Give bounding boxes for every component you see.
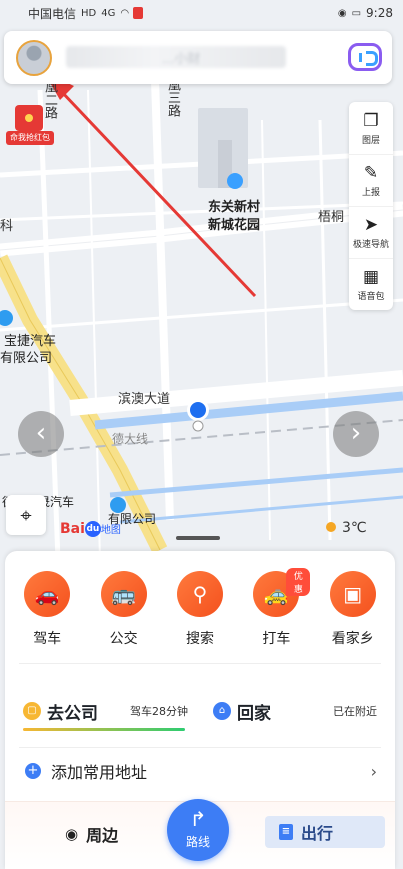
avatar[interactable]: [16, 40, 52, 76]
shortcut-row: ▢ 去公司 驾车28分钟 ⌂ 回家 已在附近: [19, 695, 381, 745]
nearby-tab[interactable]: ◉ 周边: [65, 822, 118, 846]
map-label-main-road: 滨澳大道: [118, 392, 171, 407]
fast-nav-icon: ➤: [363, 215, 379, 235]
search-input[interactable]: ...小财: [66, 46, 286, 68]
quick-action-hometown[interactable]: ▣ 看家乡: [319, 571, 387, 648]
voice-pack-button[interactable]: ▦ 语音包: [349, 258, 393, 310]
wifi-icon: ◠: [120, 7, 130, 19]
quick-actions-row: 🚗 驾车 🚌 公交 ⚲ 搜索 🚕 优惠 打车 ▣ 看家乡: [5, 568, 395, 648]
travel-tab[interactable]: ≡ 出行: [265, 816, 385, 848]
clock-label: 9:28: [366, 6, 393, 20]
next-arrow-button[interactable]: ›: [333, 411, 379, 457]
map-label-rail: 德大线: [112, 432, 149, 446]
route-button[interactable]: ↱ 路线: [167, 799, 229, 861]
divider: [19, 747, 381, 748]
quick-action-taxi[interactable]: 🚕 优惠 打车: [242, 568, 311, 648]
travel-icon: ≡: [279, 824, 293, 840]
poi-label-name-2: 新城花园: [208, 218, 261, 233]
layers-icon: ❐: [363, 110, 379, 131]
sun-icon: [326, 522, 336, 532]
map-tools-panel: ❐ 图层 ✎ 上报 ➤ 极速导航 ▦ 语音包: [349, 102, 393, 310]
sheet-drag-handle[interactable]: [176, 536, 220, 540]
voice-assistant-icon[interactable]: [348, 43, 382, 71]
quick-action-search[interactable]: ⚲ 搜索: [166, 571, 234, 648]
hd-indicator: HD: [81, 7, 97, 19]
home-status: 已在附近: [333, 705, 377, 718]
quick-action-drive[interactable]: 🚗 驾车: [13, 571, 81, 648]
poi-label-name-1: 东关新村: [208, 200, 261, 215]
weather-widget[interactable]: 3℃: [326, 520, 367, 536]
divider: [19, 663, 381, 664]
plus-icon: +: [25, 763, 41, 779]
carrier-label: 中国电信: [28, 6, 77, 21]
car-icon: 🚗: [24, 571, 71, 617]
discount-badge: 优惠: [286, 568, 311, 596]
location-status-icon: ◉: [337, 7, 347, 19]
home-icon: ⌂: [213, 702, 231, 720]
search-icon: ⚲: [176, 571, 223, 617]
status-bar: 中国电信 HD 4G ◠ ◉ ▭ 9:28: [0, 0, 403, 26]
locate-icon: ⌖: [20, 503, 32, 527]
bus-icon: 🚌: [100, 571, 147, 617]
network-indicator: 4G: [101, 7, 116, 19]
compass-icon: ◉: [65, 825, 79, 843]
report-button[interactable]: ✎ 上报: [349, 154, 393, 206]
quick-action-bus[interactable]: 🚌 公交: [90, 571, 158, 648]
prev-arrow-button[interactable]: ‹: [18, 411, 64, 457]
map-label-left-cut: 科: [0, 219, 14, 234]
layers-button[interactable]: ❐ 图层: [349, 102, 393, 154]
to-company-shortcut[interactable]: ▢ 去公司 驾车28分钟: [23, 695, 188, 727]
home-view-icon: ▣: [329, 571, 376, 617]
bottom-sheet: 🚗 驾车 🚌 公交 ⚲ 搜索 🚕 优惠 打车 ▣ 看家乡 ▢ 去公司 驾车28分…: [5, 551, 395, 869]
go-home-shortcut[interactable]: ⌂ 回家: [213, 695, 271, 727]
mic-indicator-icon: [133, 7, 144, 19]
briefcase-icon: ▢: [23, 702, 41, 720]
poi-label-porsche-2: 有限公司: [0, 351, 53, 366]
eta-underline: [23, 728, 185, 731]
route-arrow-icon: ↱: [189, 807, 207, 831]
chevron-right-icon: ›: [370, 761, 377, 781]
report-icon: ✎: [363, 163, 379, 183]
baidu-logo: Bai du 地图: [60, 521, 121, 537]
red-packet-icon: [15, 105, 43, 131]
add-address-row[interactable]: + 添加常用地址 ›: [19, 756, 381, 786]
bottom-nav: ◉ 周边 ↱ 路线 ≡ 出行: [5, 799, 395, 869]
fast-nav-button[interactable]: ➤ 极速导航: [349, 206, 393, 258]
map-label-road-east: 梧桐: [318, 210, 345, 225]
red-packet-button[interactable]: 命我抢红包: [6, 105, 54, 149]
search-bar[interactable]: ...小财: [4, 31, 392, 84]
locate-me-button[interactable]: ⌖: [6, 495, 46, 535]
red-packet-label: 命我抢红包: [6, 131, 54, 145]
battery-icon: ▭: [351, 7, 362, 19]
voice-pack-icon: ▦: [362, 267, 380, 287]
